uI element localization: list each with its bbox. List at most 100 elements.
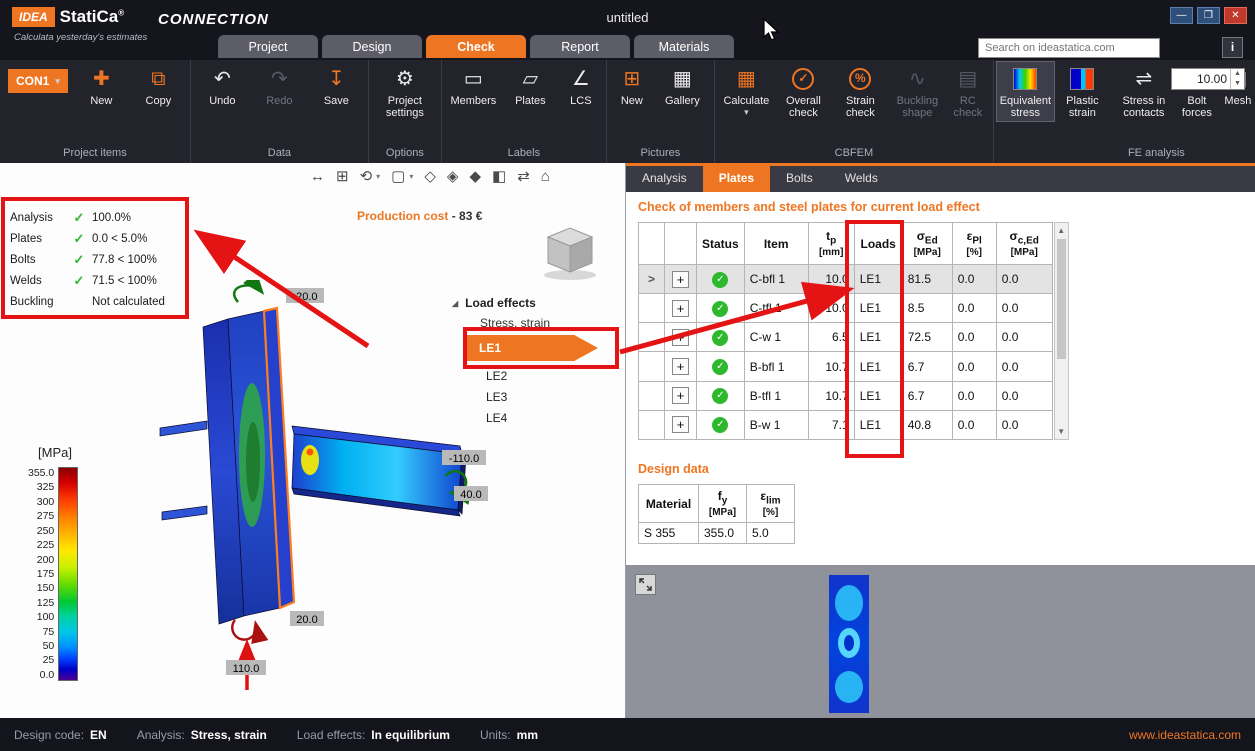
expand-plus-button[interactable]: +: [672, 358, 689, 375]
deformation-scale-spinner[interactable]: 10.00 ▲ ▼: [1171, 68, 1245, 90]
measure-icon[interactable]: ↔: [310, 168, 325, 185]
expand-plus-button[interactable]: +: [672, 271, 689, 288]
summary-row-analysis: Analysis ✓ 100.0%: [10, 207, 182, 228]
chevron-down-icon[interactable]: ▾: [409, 172, 413, 181]
table-row[interactable]: + ✓ B-tfl 1 10.7 LE1 6.7 0.0 0.0: [639, 381, 1053, 410]
buckling-shape-button[interactable]: ∿ Buckling shape: [889, 62, 946, 121]
group-label-project-items: Project items: [0, 145, 190, 163]
front-view-icon[interactable]: ◈: [447, 167, 459, 185]
status-units: Units: mm: [480, 728, 538, 742]
tab-report[interactable]: Report: [530, 35, 630, 58]
status-design-code: Design code: EN: [14, 728, 107, 742]
table-row[interactable]: + ✓ C-tfl 1 10.0 LE1 8.5 0.0 0.0: [639, 294, 1053, 323]
brand-tagline: Calculata yesterday's estimates: [14, 32, 147, 43]
copy-button[interactable]: ⧉ Copy: [130, 62, 187, 108]
redo-button[interactable]: ↷ Redo: [251, 62, 308, 108]
plates-labels-button[interactable]: ▱ Plates: [502, 62, 559, 108]
spinner-down-icon[interactable]: ▼: [1231, 79, 1244, 89]
plastic-strain-button[interactable]: Plastic strain: [1054, 62, 1111, 121]
gallery-button[interactable]: ▦ Gallery: [654, 62, 711, 108]
scroll-up-icon[interactable]: ▲: [1055, 223, 1068, 238]
fit-view-icon[interactable]: ⊞: [336, 167, 349, 185]
table-row[interactable]: + ✓ B-w 1 7.1 LE1 40.8 0.0 0.0: [639, 410, 1053, 439]
design-data-heading: Design data: [638, 462, 1255, 476]
top-view-icon[interactable]: ◆: [469, 167, 481, 185]
new-item-button[interactable]: ✚ New: [73, 62, 130, 108]
tab-project[interactable]: Project: [218, 35, 318, 58]
expand-plus-button[interactable]: +: [672, 300, 689, 317]
table-scrollbar[interactable]: ▲ ▼: [1054, 222, 1069, 440]
overall-check-button[interactable]: ✓ Overall check: [775, 62, 832, 121]
equivalent-stress-icon: [1013, 68, 1037, 90]
connection-selector[interactable]: CON1▾: [8, 69, 68, 93]
minimize-button[interactable]: —: [1170, 7, 1193, 24]
expand-preview-button[interactable]: [635, 574, 656, 595]
expand-plus-button[interactable]: +: [672, 329, 689, 346]
rc-check-button[interactable]: ▤ RC check: [946, 62, 990, 121]
save-button[interactable]: ↧ Save: [308, 62, 365, 108]
status-ok-icon: ✓: [712, 272, 728, 288]
row-expander[interactable]: >: [639, 265, 665, 294]
equivalent-stress-button[interactable]: Equivalent stress: [997, 62, 1054, 121]
stress-in-contacts-button[interactable]: ⇌ Stress in contacts: [1111, 62, 1177, 121]
clip-plane-icon[interactable]: ▢: [391, 167, 405, 185]
info-button[interactable]: i: [1222, 37, 1243, 58]
strain-check-icon: %: [849, 68, 871, 90]
project-settings-button[interactable]: ⚙ Project settings: [372, 62, 438, 121]
shading-view-icon[interactable]: ◧: [492, 167, 506, 185]
tab-welds[interactable]: Welds: [829, 166, 894, 192]
rc-check-icon: ▤: [958, 65, 977, 93]
spinner-up-icon[interactable]: ▲: [1231, 69, 1244, 79]
calculate-button[interactable]: ▦ Calculate ▾: [718, 62, 775, 118]
connection-3d-model[interactable]: -20.0 -110.0 40.0 20.0 110.0: [140, 280, 540, 700]
rotate-view-icon[interactable]: ⟲: [360, 167, 373, 185]
lcs-axes-icon: ∠: [572, 65, 590, 93]
undo-button[interactable]: ↶ Undo: [194, 62, 251, 108]
tab-design[interactable]: Design: [322, 35, 422, 58]
table-row[interactable]: + ✓ B-bfl 1 10.7 LE1 6.7 0.0 0.0: [639, 352, 1053, 381]
group-label-labels: Labels: [442, 145, 606, 163]
maximize-button[interactable]: ❐: [1197, 7, 1220, 24]
table-row[interactable]: > + ✓ C-bfl 1 10.0 LE1 81.5 0.0 0.0: [639, 265, 1053, 294]
results-tab-bar: Analysis Plates Bolts Welds: [626, 163, 1255, 192]
scrollbar-thumb[interactable]: [1057, 239, 1066, 359]
search-input[interactable]: [978, 38, 1160, 58]
copy-icon: ⧉: [151, 65, 165, 93]
tab-analysis[interactable]: Analysis: [626, 166, 703, 192]
tab-plates[interactable]: Plates: [703, 166, 770, 192]
mirror-view-icon[interactable]: ⇄: [517, 167, 530, 185]
ribbon-group-labels: ▭ Members ▱ Plates ∠ LCS Labels: [442, 60, 607, 163]
check-ok-icon: ✓: [66, 252, 92, 268]
ribbon: CON1▾ ✚ New ⧉ Copy Project items ↶ Undo: [0, 60, 1255, 163]
website-link[interactable]: www.ideastatica.com: [1129, 728, 1241, 742]
ribbon-group-data: ↶ Undo ↷ Redo ↧ Save Data: [191, 60, 369, 163]
app-window: IDEA StatiCa® Calculata yesterday's esti…: [0, 0, 1255, 751]
chevron-down-icon: ▾: [55, 76, 60, 87]
navigation-cube[interactable]: [536, 223, 602, 281]
table-row[interactable]: + ✓ C-w 1 6.5 LE1 72.5 0.0 0.0: [639, 323, 1053, 352]
status-ok-icon: ✓: [712, 388, 728, 404]
close-button[interactable]: ✕: [1224, 7, 1247, 24]
tab-check[interactable]: Check: [426, 35, 526, 58]
title-bar: IDEA StatiCa® Calculata yesterday's esti…: [0, 0, 1255, 60]
main-tab-bar: Project Design Check Report Materials: [218, 35, 734, 58]
expand-plus-button[interactable]: +: [672, 387, 689, 404]
members-icon: ▭: [464, 65, 483, 93]
status-ok-icon: ✓: [712, 359, 728, 375]
chevron-down-icon[interactable]: ▾: [376, 172, 380, 181]
lcs-button[interactable]: ∠ LCS: [559, 62, 603, 108]
new-picture-icon: ⊞: [623, 65, 640, 93]
strain-check-button[interactable]: % Strain check: [832, 62, 889, 121]
tab-bolts[interactable]: Bolts: [770, 166, 829, 192]
ribbon-group-project-items: CON1▾ ✚ New ⧉ Copy Project items: [0, 60, 191, 163]
expand-plus-button[interactable]: +: [672, 416, 689, 433]
3d-viewport[interactable]: ↔ ⊞ ⟲ ▾ ▢ ▾ ◇ ◈ ◆ ◧ ⇄ ⌂ Analysis ✓ 100.0…: [0, 163, 625, 718]
group-label-cbfem: CBFEM: [715, 145, 993, 163]
scroll-down-icon[interactable]: ▼: [1055, 424, 1068, 439]
tab-materials[interactable]: Materials: [634, 35, 734, 58]
new-picture-button[interactable]: ⊞ New: [610, 62, 654, 108]
axonometry-view-icon[interactable]: ◇: [424, 167, 436, 185]
members-labels-button[interactable]: ▭ Members: [445, 62, 502, 108]
chevron-down-icon: ▾: [744, 107, 749, 117]
home-view-icon[interactable]: ⌂: [541, 168, 550, 185]
